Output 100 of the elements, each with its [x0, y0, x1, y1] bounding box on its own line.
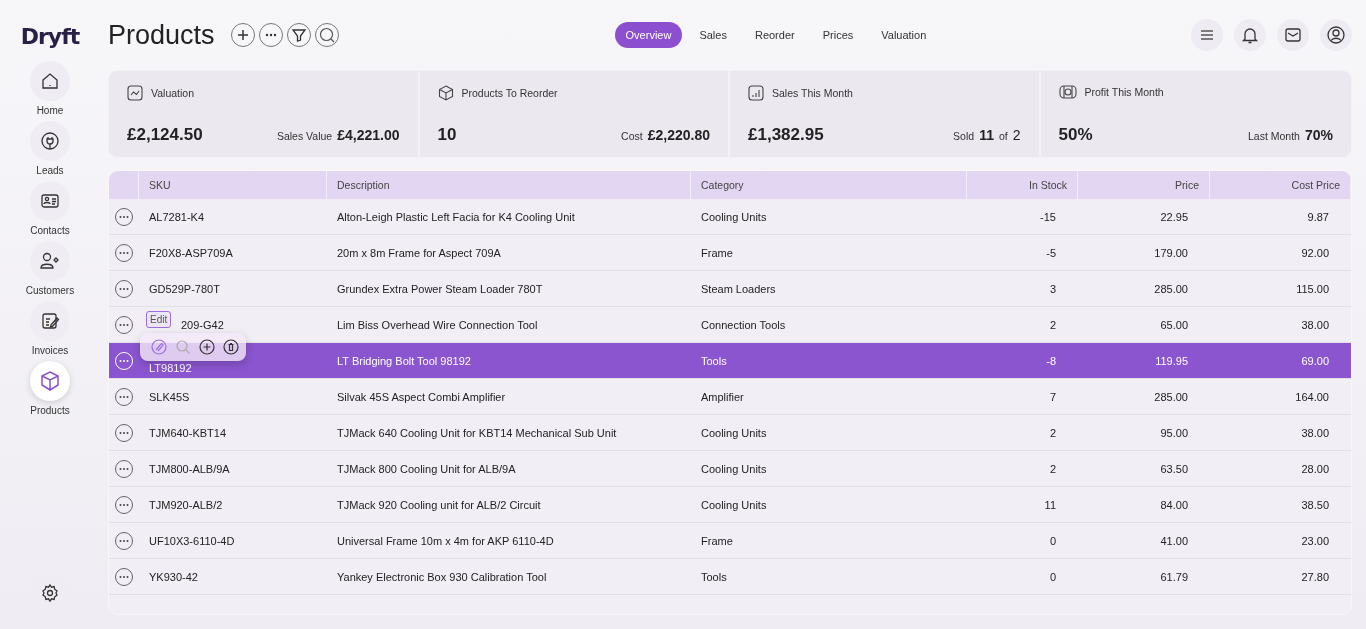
- table-row[interactable]: UF10X3-6110-4D Universal Frame 10m x 4m for AKP 6110-4D Frame 0 41.00 23.00: [109, 523, 1351, 559]
- menu-icon: [1199, 27, 1215, 43]
- user-icon: [1326, 25, 1346, 45]
- table-cell-text: -15: [1039, 209, 1057, 225]
- notifications-button[interactable]: [1234, 19, 1266, 51]
- table-cell: SLK45S: [149, 390, 190, 403]
- box-icon: [39, 370, 61, 392]
- banknote-icon: [1058, 85, 1077, 99]
- table-cell-text: Cooling Units: [700, 425, 768, 441]
- stat-side-value: 11: [979, 127, 994, 143]
- table-row[interactable]: YK930-42 Yankey Electronic Box 930 Calibration Tool Tools 0 61.79 27.80: [109, 559, 1351, 595]
- table-cell: AL7281-K4: [149, 210, 205, 223]
- table-cell-text: 95.00: [1159, 425, 1189, 441]
- bar-chart-icon: [748, 85, 764, 101]
- tab[interactable]: Sales: [688, 22, 738, 48]
- more-icon: [119, 466, 129, 471]
- stat-label: Last Month: [1248, 130, 1300, 142]
- table-cell-text: LT Bridging Bolt Tool 98192: [336, 353, 472, 369]
- column-header[interactable]: Price: [1078, 171, 1210, 199]
- table-cell-text: 119.95: [1154, 353, 1189, 369]
- table-cell-text: Tools: [700, 569, 728, 585]
- table-cell-text: 285.00: [1153, 281, 1189, 297]
- more-icon: [119, 430, 129, 435]
- more-icon: [119, 358, 129, 363]
- table-cell-text: 179.00: [1153, 245, 1189, 261]
- table-row[interactable]: SLK45S Silvak 45S Aspect Combi Amplifier Amplifier 7 285.00 164.00: [109, 379, 1351, 415]
- stat-title: Valuation: [151, 87, 194, 99]
- table-cell: UF10X3-6110-4D: [149, 534, 235, 547]
- more-icon: [119, 250, 129, 255]
- edit-button[interactable]: [150, 338, 167, 356]
- tab[interactable]: Overview: [614, 22, 683, 48]
- logo: Dryft: [20, 24, 80, 49]
- stat-label: of: [998, 130, 1008, 142]
- stat-title: Profit This Month: [1084, 86, 1164, 98]
- trash-icon: [222, 339, 239, 355]
- table-cell: 209-G42: [181, 318, 224, 331]
- stat-title: Sales This Month: [772, 87, 853, 99]
- column-header[interactable]: Cost Price: [1210, 171, 1351, 199]
- table-cell-text: 41.00: [1159, 533, 1189, 549]
- column-header[interactable]: SKU: [139, 171, 327, 199]
- tooltip: Edit: [146, 311, 172, 328]
- plus-icon: [198, 339, 215, 355]
- table-cell-text: 20m x 8m Frame for Aspect 709A: [336, 245, 502, 261]
- stat-title: Products To Reorder: [461, 87, 558, 99]
- menu-button[interactable]: [1191, 19, 1223, 51]
- column-header[interactable]: Category: [691, 171, 967, 199]
- home-icon: [40, 71, 60, 91]
- contact-card-icon: [40, 191, 60, 211]
- search-icon: [174, 339, 191, 355]
- table-cell-text: 28.00: [1300, 461, 1330, 477]
- table-row[interactable]: TJM800-ALB/9A TJMack 800 Cooling Unit for ALB/9A Cooling Units 2 63.50 28.00: [109, 451, 1351, 487]
- stat-value: £2,124.50: [127, 125, 203, 145]
- filter-icon: [290, 27, 307, 43]
- table-cell: LT98192: [149, 361, 192, 374]
- more-icon: [119, 538, 129, 543]
- plug-icon: [40, 131, 60, 151]
- table-cell-text: 0: [1048, 569, 1057, 585]
- table-cell-text: Universal Frame 10m x 4m for AKP 6110-4D: [336, 533, 555, 549]
- table-cell: GD529P-780T: [149, 282, 220, 295]
- table-row[interactable]: TJM920-ALB/2 TJMack 920 Cooling unit for ALB/2 Circuit Cooling Units 11 84.00 38.50: [109, 487, 1351, 523]
- account-button[interactable]: [1320, 19, 1352, 51]
- stat-label: Cost: [621, 130, 643, 142]
- table-row[interactable]: TJM640-KBT14 TJMack 640 Cooling Unit for KBT14 Mechanical Sub Unit Cooling Units 2 95.00 38.00: [109, 415, 1351, 451]
- table-cell-text: Frame: [700, 533, 734, 549]
- stat-value: 10: [437, 125, 457, 145]
- table-cell-text: 69.00: [1300, 353, 1330, 369]
- tab[interactable]: Prices: [811, 22, 865, 48]
- stat-side-value: 70%: [1304, 127, 1333, 143]
- table-cell-text: Steam Loaders: [700, 281, 777, 297]
- table-cell-text: Cooling Units: [700, 209, 768, 225]
- table-row[interactable]: GD529P-780T Grundex Extra Power Steam Loader 780T Steam Loaders 3 285.00 115.00: [109, 271, 1351, 307]
- column-header[interactable]: Description: [327, 171, 691, 199]
- bell-icon: [1240, 25, 1260, 45]
- table-cell-text: 27.80: [1300, 569, 1330, 585]
- add-button[interactable]: [198, 338, 215, 356]
- table-cell-text: 61.79: [1159, 569, 1189, 585]
- table-cell: TJM920-ALB/2: [149, 498, 223, 511]
- table-cell-text: 9.87: [1306, 209, 1330, 225]
- settings-icon: [40, 583, 60, 603]
- table-cell-text: 2: [1048, 317, 1057, 333]
- table-row[interactable]: AL7281-K4 Alton-Leigh Plastic Left Facia for K4 Cooling Unit Cooling Units -15 22.95 9.87: [109, 199, 1351, 235]
- tab[interactable]: Valuation: [870, 22, 938, 48]
- mail-icon: [1283, 25, 1303, 45]
- table-cell-text: 11: [1043, 497, 1057, 513]
- stat-label: Sold: [953, 130, 975, 142]
- column-header[interactable]: In Stock: [967, 171, 1078, 199]
- table-row[interactable]: F20X8-ASP709A 20m x 8m Frame for Aspect 709A Frame -5 179.00 92.00: [109, 235, 1351, 271]
- table-cell-text: 22.95: [1159, 209, 1189, 225]
- more-icon: [119, 322, 129, 327]
- stat-side-value: £4,221.00: [337, 127, 400, 143]
- tab[interactable]: Reorder: [743, 22, 806, 48]
- edit-document-icon: [40, 311, 60, 331]
- table-cell-text: 38.50: [1300, 497, 1330, 513]
- mail-button[interactable]: [1277, 19, 1309, 51]
- delete-button[interactable]: [222, 338, 239, 356]
- table-cell-text: 164.00: [1294, 389, 1330, 405]
- table-cell-text: TJMack 640 Cooling Unit for KBT14 Mechanical Sub Unit: [336, 425, 618, 441]
- table-cell-text: Alton-Leigh Plastic Left Facia for K4 Cooling Unit: [336, 209, 576, 225]
- table-cell-text: Lim Biss Overhead Wire Connection Tool: [336, 317, 539, 333]
- table-cell-text: Yankey Electronic Box 930 Calibration Tool: [336, 569, 548, 585]
